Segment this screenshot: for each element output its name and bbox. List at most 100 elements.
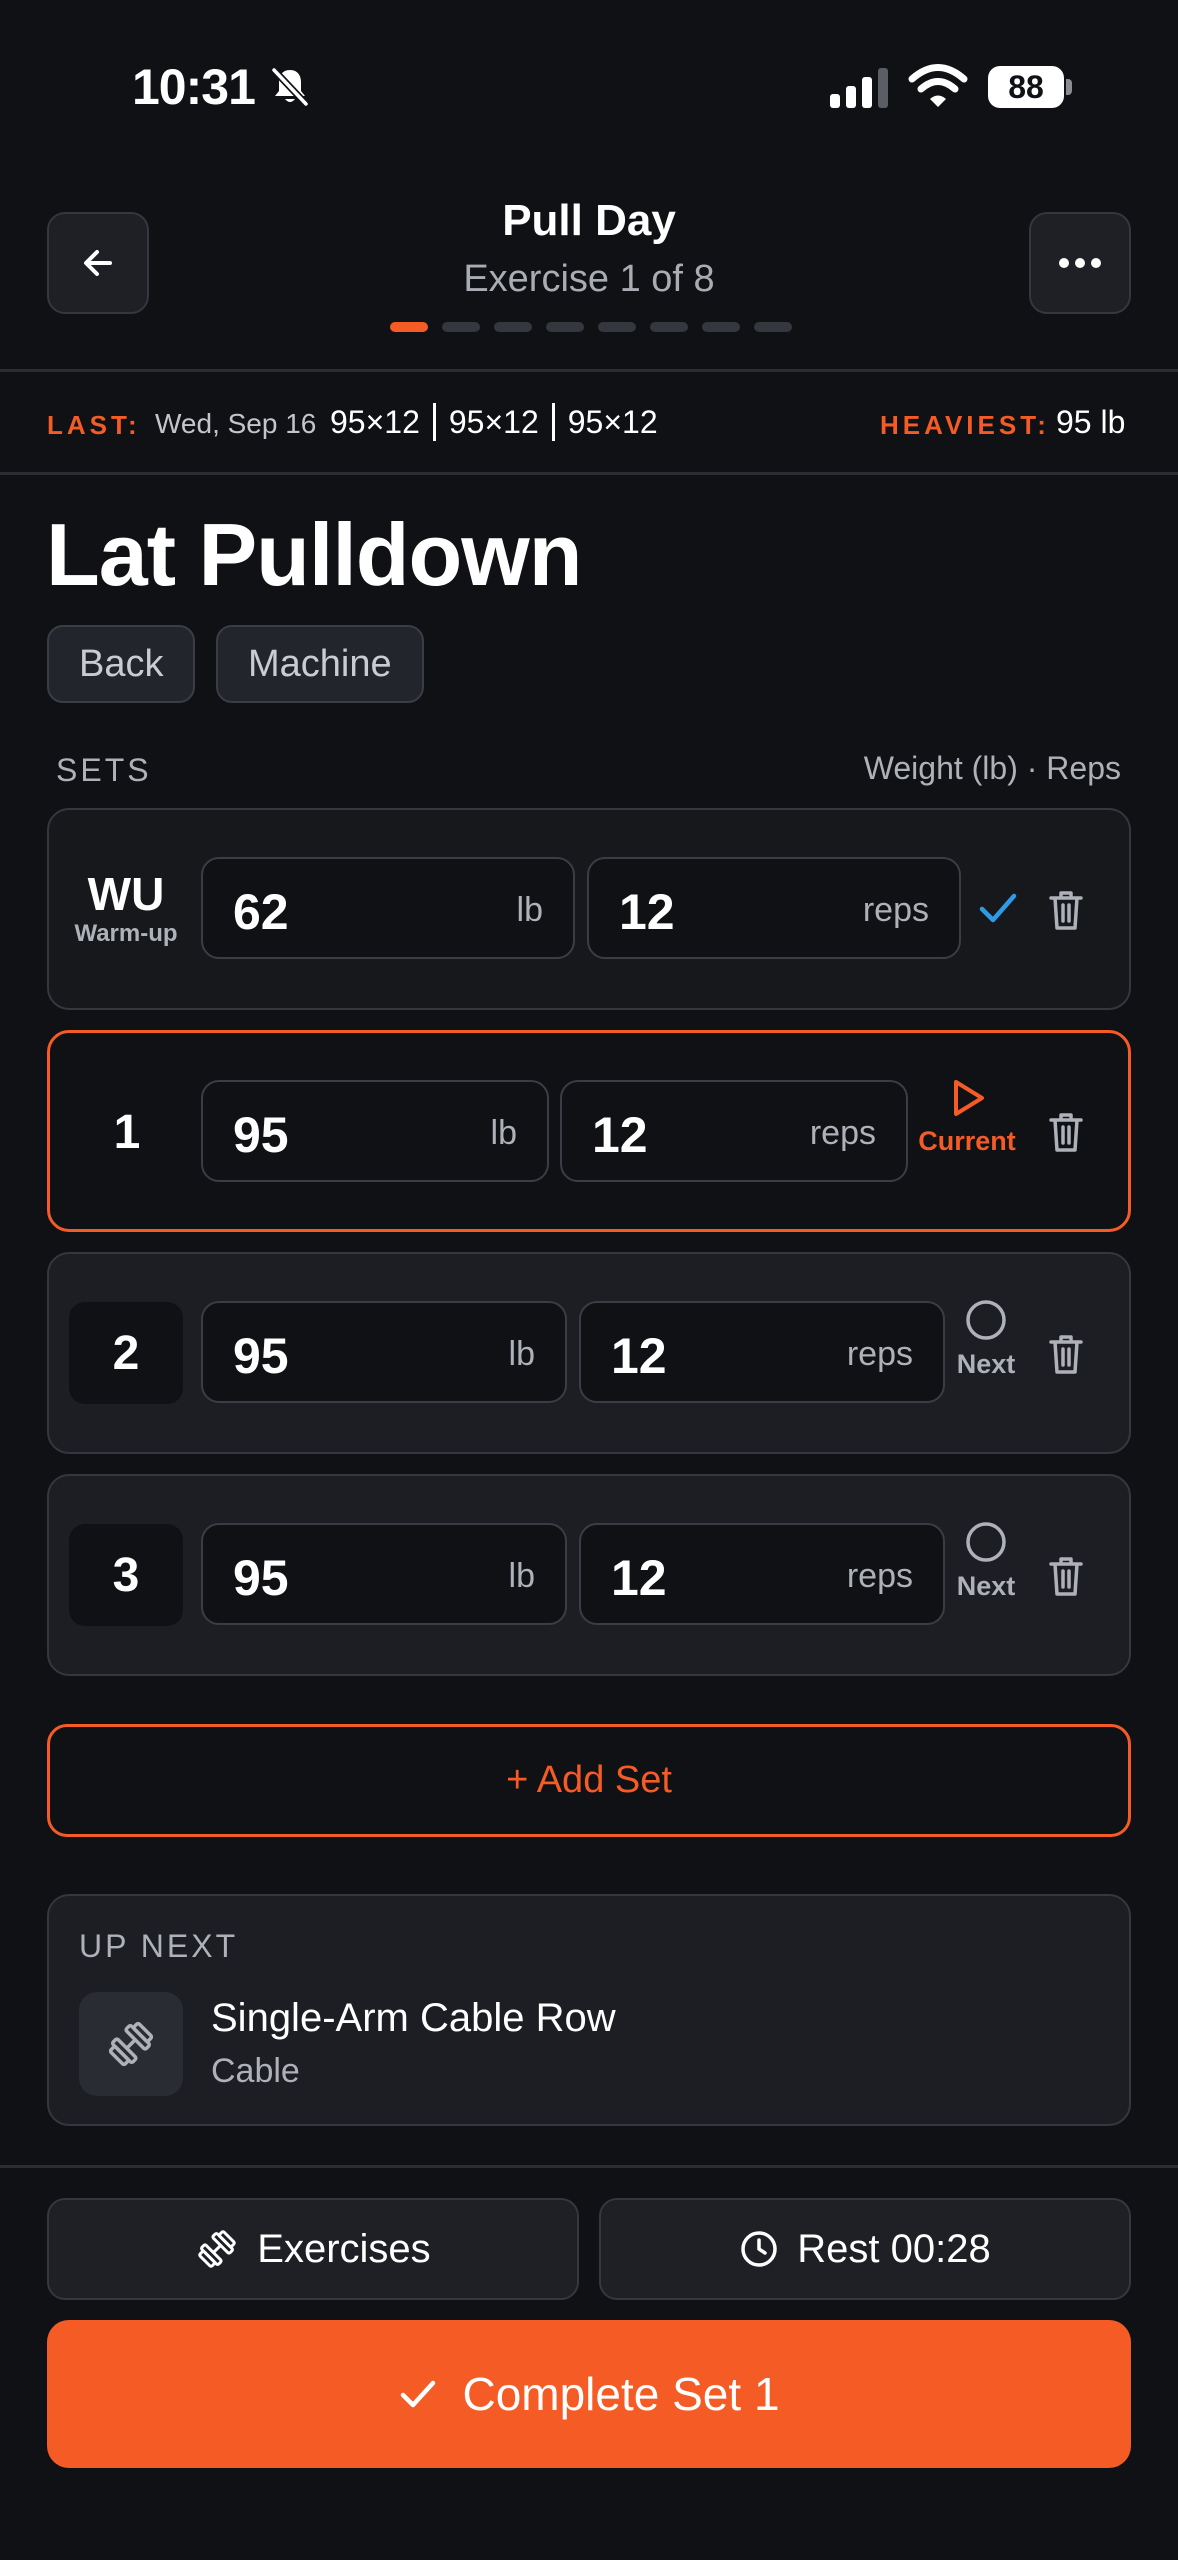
add-set-button[interactable]: + Add Set	[47, 1724, 1131, 1837]
trash-icon[interactable]	[1046, 1332, 1086, 1376]
complete-set-label: Complete Set 1	[462, 2368, 780, 2420]
rest-timer-button[interactable]: Rest 00:28	[599, 2198, 1131, 2300]
weight-input[interactable]: 95 lb	[201, 1301, 567, 1403]
exercise-counter: Exercise 1 of 8	[463, 258, 715, 300]
bell-muted-icon	[271, 67, 309, 107]
cellular-signal-icon	[830, 68, 888, 108]
set-number: 3	[69, 1524, 183, 1626]
heaviest-label: HEAVIEST:	[880, 410, 1050, 440]
reps-value: 12	[611, 1550, 667, 1606]
set-number: 1	[70, 1081, 184, 1183]
last-label: LAST:	[47, 410, 141, 440]
header-divider	[0, 369, 1178, 372]
progress-segment	[754, 322, 792, 332]
battery-indicator: 88	[988, 66, 1072, 108]
exercises-button-label: Exercises	[257, 2226, 431, 2271]
battery-cap	[1066, 79, 1072, 95]
up-next-thumbnail	[79, 1992, 183, 2096]
more-horizontal-icon	[1059, 258, 1101, 268]
weight-input[interactable]: 95 lb	[201, 1080, 549, 1182]
sets-label: SETS	[56, 752, 152, 788]
workout-screen: 10:31 88 Pull Day Exercise 1 of 8 LAST: …	[0, 0, 1178, 2560]
summary-divider	[0, 472, 1178, 475]
progress-segment	[494, 322, 532, 332]
circle-icon	[966, 1522, 1006, 1562]
progress-segment	[546, 322, 584, 332]
up-next-card[interactable]: UP NEXT Single-Arm Cable Row Cable	[47, 1894, 1131, 2126]
check-icon	[401, 2380, 436, 2408]
circle-icon	[966, 1300, 1006, 1340]
set-status-label: Next	[956, 1349, 1016, 1379]
weight-value: 95	[233, 1107, 289, 1163]
set-status-next[interactable]: Next	[931, 1520, 1041, 1602]
reps-unit: reps	[809, 1114, 876, 1152]
dumbbell-icon	[198, 2230, 237, 2268]
weight-unit: lb	[490, 1114, 517, 1152]
set-row-2: 2 95 lb 12 reps Next	[47, 1252, 1131, 1454]
progress-segment	[702, 322, 740, 332]
reps-input[interactable]: 12 reps	[587, 857, 961, 959]
set-number: WU Warm-up	[69, 858, 183, 960]
rest-timer-label: Rest 00:28	[797, 2226, 991, 2271]
trash-icon[interactable]	[1046, 888, 1086, 932]
up-next-exercise-category: Cable	[211, 2052, 300, 2090]
trash-icon[interactable]	[1046, 1554, 1086, 1598]
reps-unit: reps	[862, 891, 929, 929]
set-row-3: 3 95 lb 12 reps Next	[47, 1474, 1131, 1676]
weight-input[interactable]: 62 lb	[201, 857, 575, 959]
set-row-warmup: WU Warm-up 62 lb 12 reps	[47, 808, 1131, 1010]
last-set: 95×12	[567, 403, 658, 440]
set-status-current[interactable]: Current	[912, 1077, 1022, 1157]
complete-set-button[interactable]: Complete Set 1	[47, 2320, 1131, 2468]
last-set: 95×12	[330, 403, 420, 440]
reps-input[interactable]: 12 reps	[579, 1301, 945, 1403]
tag-back[interactable]: Back	[47, 625, 196, 703]
set-status-label: Next	[956, 1571, 1016, 1601]
weight-unit: lb	[508, 1335, 535, 1373]
weight-value: 95	[233, 1328, 289, 1384]
weight-unit: lb	[508, 1557, 535, 1595]
set-status-label: Current	[918, 1126, 1016, 1156]
weight-value: 62	[233, 884, 289, 940]
wifi-icon	[908, 64, 968, 107]
workout-title: Pull Day	[502, 196, 676, 245]
separator	[551, 403, 555, 441]
trash-icon[interactable]	[1046, 1110, 1086, 1154]
progress-segment	[598, 322, 636, 332]
dumbbell-icon	[108, 2021, 154, 2067]
play-icon	[954, 1080, 984, 1116]
check-icon[interactable]	[976, 888, 1020, 928]
exercise-name: Lat Pulldown	[46, 505, 583, 604]
weight-unit: lb	[516, 891, 543, 929]
clock-icon	[741, 2231, 778, 2267]
progress-segment	[442, 322, 480, 332]
progress-segment	[650, 322, 688, 332]
up-next-exercise-name: Single-Arm Cable Row	[211, 1996, 616, 2040]
tag-machine[interactable]: Machine	[216, 625, 424, 703]
set-status-next[interactable]: Next	[931, 1298, 1041, 1380]
exercise-progress	[390, 322, 792, 332]
set-number: 2	[69, 1302, 183, 1404]
exercises-button[interactable]: Exercises	[47, 2198, 579, 2300]
reps-value: 12	[619, 884, 675, 940]
last-sets: 95×12 95×12 95×12	[330, 400, 658, 444]
sets-column-hint: Weight (lb) · Reps	[863, 750, 1121, 786]
weight-value: 95	[233, 1550, 289, 1606]
reps-input[interactable]: 12 reps	[560, 1080, 908, 1182]
last-set: 95×12	[448, 403, 539, 440]
status-time: 10:31	[132, 59, 256, 115]
reps-value: 12	[611, 1328, 667, 1384]
footer-divider	[0, 2165, 1178, 2168]
last-date: Wed, Sep 16	[155, 408, 317, 439]
heaviest-value: 95 lb	[1056, 404, 1126, 440]
set-row-1: 1 95 lb 12 reps Current	[47, 1030, 1131, 1232]
weight-input[interactable]: 95 lb	[201, 1523, 567, 1625]
more-options-button[interactable]	[1029, 212, 1131, 314]
reps-unit: reps	[846, 1557, 913, 1595]
reps-value: 12	[592, 1107, 648, 1163]
reps-input[interactable]: 12 reps	[579, 1523, 945, 1625]
progress-segment	[390, 322, 428, 332]
set-number-label: WU	[87, 868, 165, 920]
separator	[432, 403, 436, 441]
reps-unit: reps	[846, 1335, 913, 1373]
